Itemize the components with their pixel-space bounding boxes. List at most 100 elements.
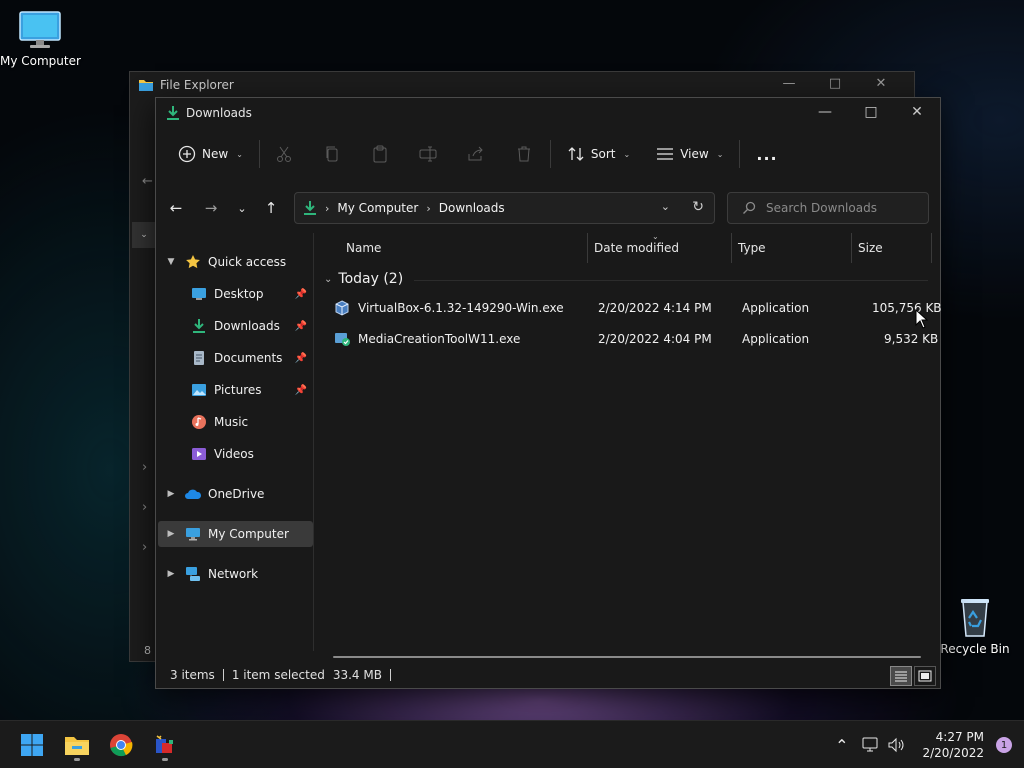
notification-badge[interactable]: 1 xyxy=(996,737,1012,753)
recent-locations-button[interactable]: ⌄ xyxy=(230,198,254,218)
file-row[interactable]: MediaCreationToolW11.exe 2/20/2022 4:04 … xyxy=(328,327,938,353)
nav-item-videos[interactable]: Videos xyxy=(158,441,313,467)
up-button[interactable]: ↑ xyxy=(259,198,283,218)
horizontal-scrollbar[interactable] xyxy=(333,656,921,658)
maximize-button[interactable]: □ xyxy=(848,98,894,126)
file-date: 2/20/2022 4:14 PM xyxy=(598,301,712,315)
address-bar[interactable]: › My Computer › Downloads ⌄ ↻ xyxy=(294,192,715,224)
music-icon xyxy=(190,414,208,430)
media-creation-tool-icon xyxy=(334,331,350,350)
nav-item-downloads[interactable]: Downloads 📌 xyxy=(158,313,313,339)
tiles-view-button[interactable] xyxy=(914,666,936,686)
toolbar-divider xyxy=(739,140,741,168)
volume-icon[interactable] xyxy=(888,737,906,753)
chevron-down-icon: ⌄ xyxy=(236,149,243,159)
back-arrow-icon: ← xyxy=(142,174,153,189)
chevron-right-icon[interactable]: ▶ xyxy=(158,529,184,539)
nav-label: Quick access xyxy=(208,255,287,269)
folder-icon xyxy=(139,80,153,91)
forward-button[interactable]: → xyxy=(199,198,223,218)
desktop-icon-recycle-bin[interactable]: Recycle Bin xyxy=(935,596,1015,656)
nav-item-onedrive[interactable]: ▶ OneDrive xyxy=(158,481,313,507)
monitor-icon xyxy=(19,11,61,48)
nav-item-my-computer[interactable]: ▶ My Computer xyxy=(158,521,313,547)
copy-icon xyxy=(326,146,338,162)
share-button[interactable] xyxy=(452,138,500,170)
file-size: 9,532 KB xyxy=(884,332,939,346)
nav-item-network[interactable]: ▶ Network xyxy=(158,561,313,587)
chevron-up-icon[interactable]: ⌃ xyxy=(835,736,848,755)
trash-icon xyxy=(517,146,530,162)
chevron-right-icon[interactable]: ▶ xyxy=(158,569,184,579)
pin-icon[interactable]: 📌 xyxy=(295,385,307,396)
more-options-button[interactable]: ... xyxy=(752,138,781,170)
nav-label: OneDrive xyxy=(208,487,265,501)
delete-button[interactable] xyxy=(500,138,548,170)
nav-label: Documents xyxy=(214,351,283,365)
back-button[interactable]: ← xyxy=(164,198,188,218)
download-icon xyxy=(190,318,208,334)
new-label: New xyxy=(202,147,229,161)
start-button[interactable] xyxy=(12,727,52,763)
chevron-right-icon: › xyxy=(142,460,148,475)
address-dropdown-icon[interactable]: ⌄ xyxy=(661,200,670,213)
file-type: Application xyxy=(742,301,810,315)
nav-item-pictures[interactable]: Pictures 📌 xyxy=(158,377,313,403)
pin-icon[interactable]: 📌 xyxy=(295,353,307,364)
window-titlebar[interactable]: Downloads — □ ✕ xyxy=(156,98,940,128)
document-icon xyxy=(190,350,208,366)
taskbar: ⌃ 4:27 PM 2/20/2022 1 xyxy=(0,720,1024,768)
chevron-right-icon[interactable]: ▶ xyxy=(158,489,184,499)
view-button[interactable]: View ⌄ xyxy=(652,138,727,170)
column-header-date[interactable]: Date modified ⌄ xyxy=(588,232,732,263)
arrow-right-icon: → xyxy=(204,199,218,217)
column-header-type[interactable]: Type xyxy=(732,233,852,263)
explorer-window-downloads[interactable]: Downloads — □ ✕ New ⌄ Sort ⌄ View ⌄ ... … xyxy=(155,97,942,689)
cut-button[interactable] xyxy=(260,138,308,170)
close-icon[interactable]: ✕ xyxy=(858,76,904,91)
taskbar-file-explorer[interactable] xyxy=(57,727,97,763)
group-header-today[interactable]: ⌄ Today (2) xyxy=(324,271,403,287)
close-button[interactable]: ✕ xyxy=(894,98,940,126)
chevron-down-icon: ⌄ xyxy=(237,201,247,215)
details-view-icon xyxy=(895,671,907,682)
minimize-icon[interactable]: — xyxy=(766,76,812,91)
pin-icon[interactable]: 📌 xyxy=(295,289,307,300)
details-view-button[interactable] xyxy=(890,666,912,686)
pin-icon[interactable]: 📌 xyxy=(295,321,307,332)
status-bar: 3 items 1 item selected 33.4 MB xyxy=(156,662,940,688)
paste-button[interactable] xyxy=(356,138,404,170)
minimize-button[interactable]: — xyxy=(802,98,848,126)
nav-item-music[interactable]: Music xyxy=(158,409,313,435)
folder-icon xyxy=(65,737,89,755)
breadcrumb-downloads[interactable]: Downloads xyxy=(439,201,505,215)
cloud-icon xyxy=(184,486,202,502)
file-type: Application xyxy=(742,332,810,346)
nav-item-quick-access[interactable]: ▼ Quick access xyxy=(158,249,313,275)
copy-button[interactable] xyxy=(308,138,356,170)
maximize-icon[interactable]: □ xyxy=(812,76,858,91)
sort-button[interactable]: Sort ⌄ xyxy=(563,138,634,170)
search-box[interactable] xyxy=(727,192,929,224)
nav-item-desktop[interactable]: Desktop 📌 xyxy=(158,281,313,307)
clock[interactable]: 4:27 PM 2/20/2022 xyxy=(922,729,984,761)
network-icon[interactable] xyxy=(862,737,880,753)
chevron-down-icon[interactable]: ▼ xyxy=(158,257,184,267)
nav-item-documents[interactable]: Documents 📌 xyxy=(158,345,313,371)
desktop-icon-my-computer[interactable]: My Computer xyxy=(0,10,81,68)
window-title: Downloads xyxy=(186,106,252,120)
bg-window-titlebar[interactable]: File Explorer xyxy=(138,78,234,92)
rename-button[interactable] xyxy=(404,138,452,170)
new-button[interactable]: New ⌄ xyxy=(174,138,247,170)
taskbar-app[interactable] xyxy=(145,727,185,763)
nav-label: My Computer xyxy=(208,527,289,541)
refresh-icon[interactable]: ↻ xyxy=(692,199,704,215)
file-row[interactable]: VirtualBox-6.1.32-149290-Win.exe 2/20/20… xyxy=(328,296,942,322)
chevron-right-icon: › xyxy=(142,540,148,555)
status-divider xyxy=(389,669,391,681)
search-input[interactable] xyxy=(766,201,916,215)
column-header-size[interactable]: Size xyxy=(852,233,932,263)
taskbar-chrome[interactable] xyxy=(101,727,141,763)
breadcrumb-my-computer[interactable]: My Computer xyxy=(337,201,418,215)
column-header-name[interactable]: Name xyxy=(340,233,588,263)
